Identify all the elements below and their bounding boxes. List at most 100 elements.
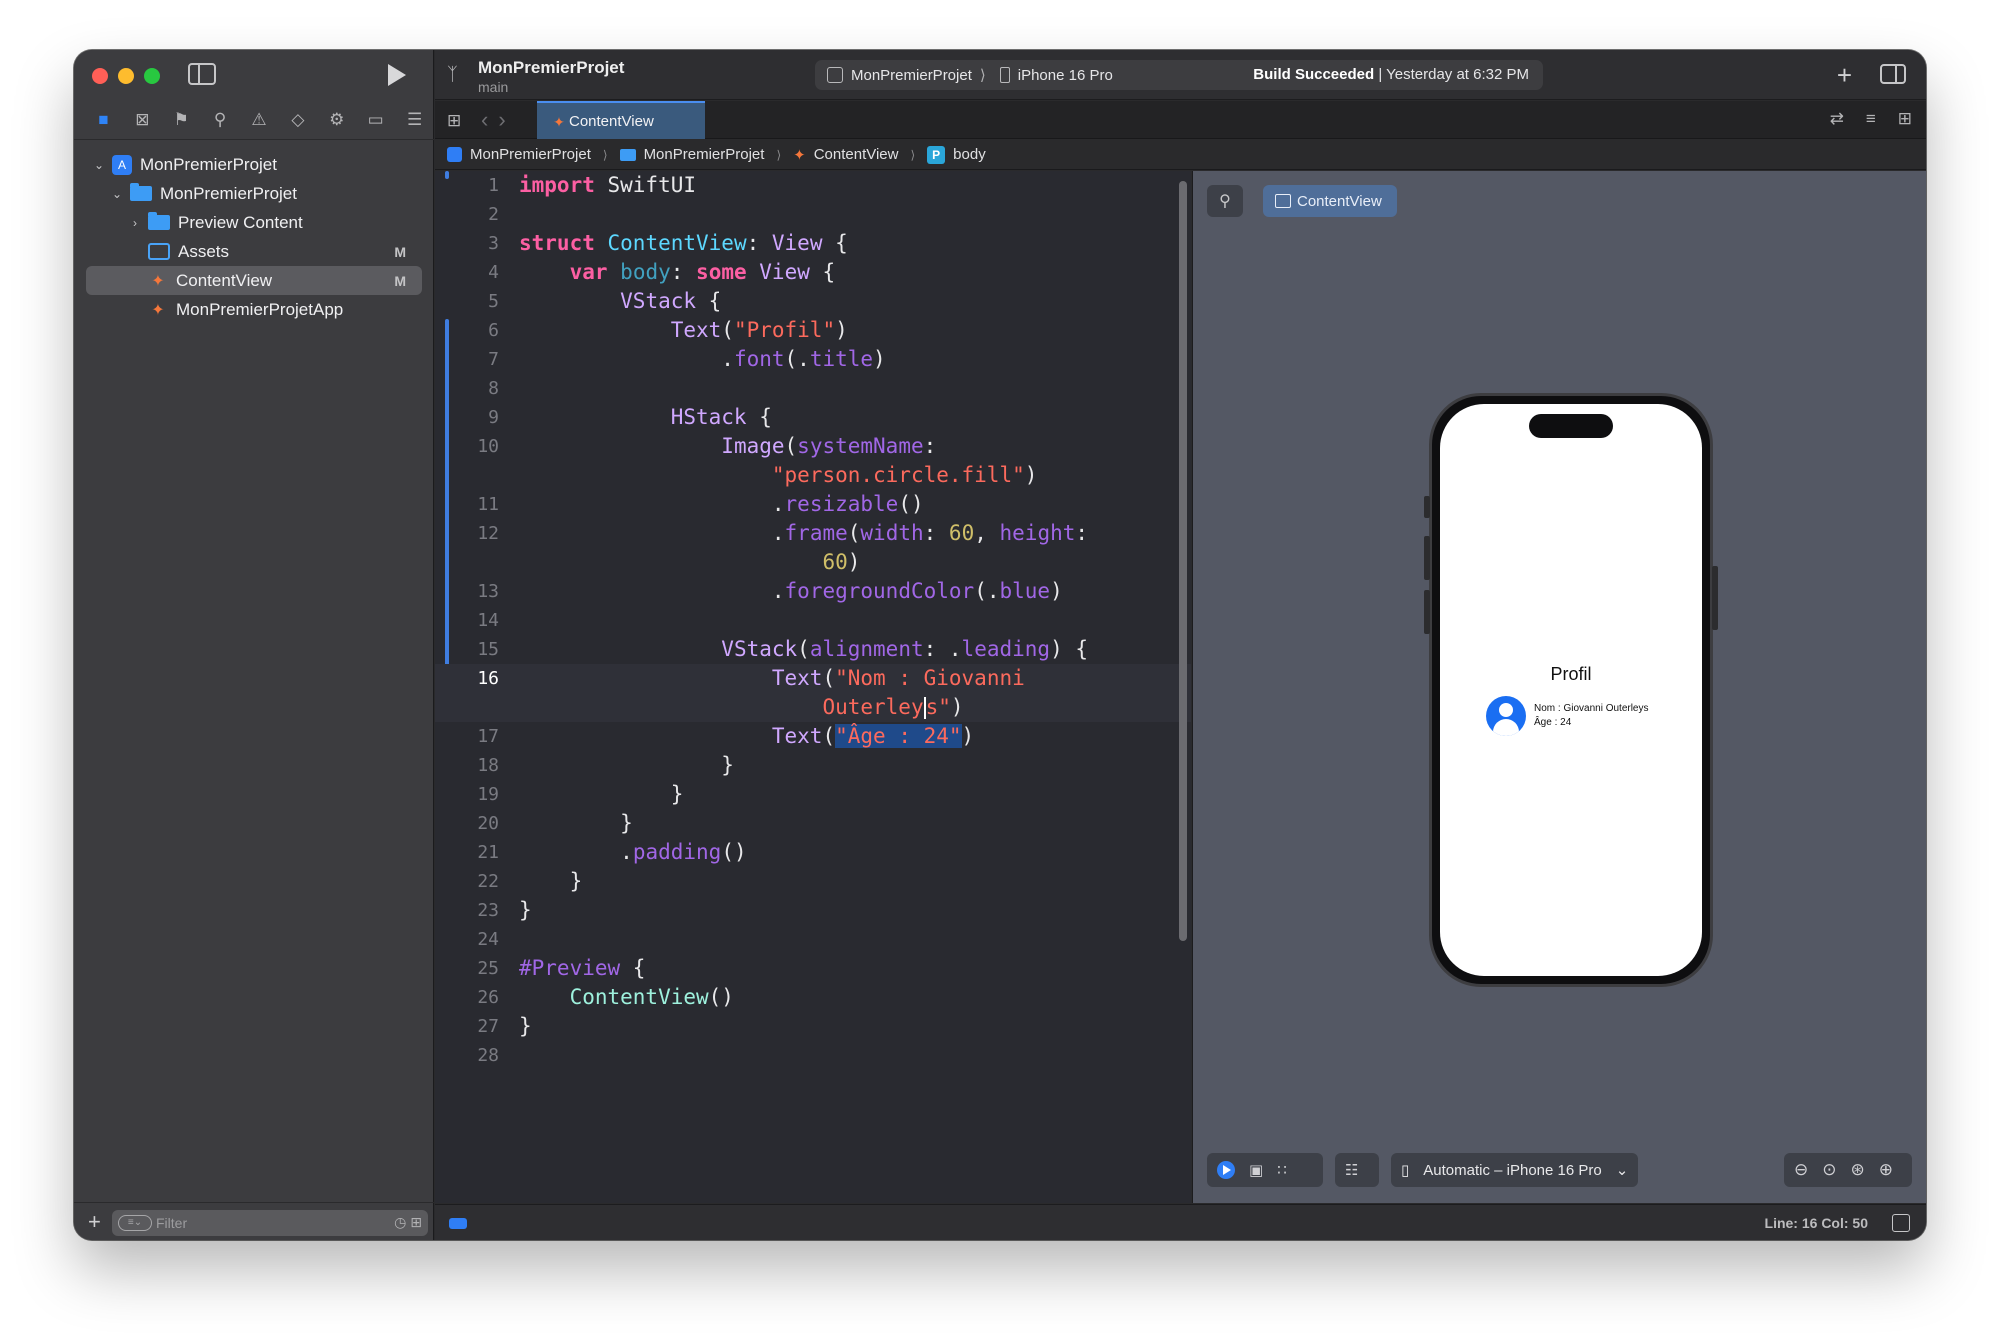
phone-screen[interactable]: Profil Nom : Giovanni Outerleys Âge : 24: [1440, 404, 1702, 976]
debug-navigator-icon[interactable]: ⚙: [317, 105, 356, 135]
console-icon[interactable]: [1892, 1214, 1910, 1232]
zoom-in-icon[interactable]: ⊕: [1879, 1160, 1893, 1180]
filter-input[interactable]: ≡⌄ Filter ◷ ⊞: [112, 1210, 428, 1236]
editor-scrollbar[interactable]: [1179, 181, 1187, 941]
profile-details: Nom : Giovanni Outerleys Âge : 24: [1534, 702, 1649, 730]
test-navigator-icon[interactable]: ◇: [278, 105, 317, 135]
report-navigator-icon[interactable]: ☰: [395, 105, 434, 135]
chevron-right-icon: ⟩: [602, 147, 608, 162]
pin-icon[interactable]: ⚲: [1207, 185, 1243, 217]
tab-label: ContentView: [569, 112, 654, 130]
tree-item-project[interactable]: ⌄ A MonPremierProjet: [74, 150, 434, 179]
chevron-right-icon[interactable]: ›: [128, 216, 142, 230]
add-editor-icon[interactable]: ⊞: [1898, 109, 1912, 129]
code-token: ): [847, 550, 861, 574]
selectable-mode-icon[interactable]: ▣: [1249, 1161, 1263, 1179]
zoom-controls: ⊖ ⊙ ⊛ ⊕: [1784, 1153, 1912, 1187]
breadcrumb-symbol[interactable]: body: [953, 146, 986, 163]
zoom-actual-icon[interactable]: ⊙: [1822, 1160, 1836, 1180]
chevron-down-icon[interactable]: ⌄: [92, 158, 106, 172]
breakpoint-navigator-icon[interactable]: ▭: [356, 105, 395, 135]
tree-item-contentview[interactable]: ✦ ContentView M: [86, 266, 422, 295]
source-editor[interactable]: 1 import SwiftUI 2 3 struct ContentView: V…: [435, 171, 1191, 1203]
run-destination[interactable]: iPhone 16 Pro: [1018, 67, 1113, 84]
code-line: 10 Image(systemName:: [435, 432, 1191, 461]
code-token: (: [822, 724, 836, 748]
code-line: 24: [435, 925, 1191, 954]
device-settings-icon[interactable]: ☷: [1345, 1161, 1358, 1179]
code-token: Image: [721, 434, 785, 458]
code-token: (.: [974, 579, 1000, 603]
code-token: :: [923, 434, 937, 458]
tab-contentview[interactable]: ✦ ContentView: [537, 101, 705, 139]
find-navigator-icon[interactable]: ⚲: [201, 105, 240, 135]
live-preview-icon[interactable]: [1217, 1161, 1235, 1179]
run-button[interactable]: [388, 64, 406, 86]
back-forward-arrows[interactable]: ‹›: [481, 107, 516, 133]
code-token: Text: [670, 318, 722, 342]
preview-view-selector[interactable]: ContentView: [1263, 185, 1397, 217]
filter-options-icon[interactable]: ≡⌄: [118, 1215, 152, 1231]
line-number: 12: [477, 523, 499, 544]
breadcrumb-project[interactable]: MonPremierProjet: [470, 146, 591, 163]
code-token: ContentView: [607, 231, 747, 255]
line-number: 17: [477, 726, 499, 747]
breadcrumb-file[interactable]: ContentView: [814, 146, 899, 163]
navigator-filter-bar: + ≡⌄ Filter ◷ ⊞: [74, 1202, 434, 1240]
editor-options-icon[interactable]: ≡: [1866, 109, 1876, 129]
variants-icon[interactable]: ∷: [1277, 1161, 1287, 1179]
scheme-selector[interactable]: MonPremierProjet ⟩ iPhone 16 Pro: [827, 66, 1113, 84]
code-token: .: [771, 492, 785, 516]
code-line: 9 HStack {: [435, 403, 1191, 432]
xcode-project-icon: [447, 147, 462, 162]
source-control-navigator-icon[interactable]: ⊠: [123, 105, 162, 135]
sidebar-toolbar: [74, 50, 434, 100]
tree-item-app[interactable]: ✦ MonPremierProjetApp: [74, 295, 434, 324]
recent-files-icon[interactable]: ◷ ⊞: [394, 1214, 422, 1231]
zoom-fit-icon[interactable]: ⊛: [1851, 1160, 1865, 1180]
close-window-button[interactable]: [92, 68, 108, 84]
folder-icon: [148, 212, 170, 230]
code-token: Text: [771, 666, 823, 690]
code-line: 18 }: [435, 751, 1191, 780]
tree-item-preview-content[interactable]: › Preview Content: [74, 208, 434, 237]
swap-icon[interactable]: ⇄: [1830, 109, 1844, 129]
minimize-window-button[interactable]: [118, 68, 134, 84]
related-items-icon[interactable]: ⊞: [447, 111, 461, 131]
code-token: struct: [519, 231, 595, 255]
zoom-out-icon[interactable]: ⊖: [1794, 1160, 1808, 1180]
branch-icon[interactable]: ᛉ: [447, 64, 458, 85]
preview-canvas: ⚲ ContentView Profil Nom : Giovanni Oute…: [1192, 171, 1926, 1203]
code-line: 21 .padding(): [435, 838, 1191, 867]
bookmark-navigator-icon[interactable]: ⚑: [162, 105, 201, 135]
issue-navigator-icon[interactable]: ⚠: [240, 105, 279, 135]
code-token: : .: [923, 637, 962, 661]
code-token: }: [569, 869, 583, 893]
line-number: 9: [488, 407, 499, 428]
editor-tab-bar: ⊞ ‹› ✦ ContentView ⇄ ≡ ⊞: [435, 101, 1926, 139]
code-token: .: [620, 840, 633, 864]
code-line-current: 16 Text("Nom : Giovanni: [435, 664, 1191, 693]
add-file-button[interactable]: +: [88, 1209, 101, 1235]
code-line: 27}: [435, 1012, 1191, 1041]
chevron-down-icon[interactable]: ⌄: [110, 187, 124, 201]
breadcrumb-group[interactable]: MonPremierProjet: [644, 146, 765, 163]
code-token: 60: [822, 550, 848, 574]
toggle-navigator-icon[interactable]: [188, 63, 216, 85]
project-navigator-icon[interactable]: ■: [84, 105, 123, 135]
library-plus-button[interactable]: +: [1837, 60, 1852, 91]
zoom-window-button[interactable]: [144, 68, 160, 84]
toggle-inspector-icon[interactable]: [1880, 64, 1906, 84]
chevron-right-icon: ⟩: [910, 147, 916, 162]
device-picker[interactable]: ▯ Automatic – iPhone 16 Pro ⌄: [1391, 1153, 1639, 1187]
code-line: 6 Text("Profil"): [435, 316, 1191, 345]
debug-area-toggle[interactable]: [449, 1218, 467, 1229]
build-status-time: | Yesterday at 6:32 PM: [1378, 66, 1529, 83]
tree-item-group[interactable]: ⌄ MonPremierProjet: [74, 179, 434, 208]
line-number: 1: [488, 175, 499, 196]
code-token: (.: [784, 347, 810, 371]
code-token: {: [809, 260, 836, 284]
code-token: VStack: [721, 637, 798, 661]
tree-item-assets[interactable]: Assets M: [74, 237, 434, 266]
